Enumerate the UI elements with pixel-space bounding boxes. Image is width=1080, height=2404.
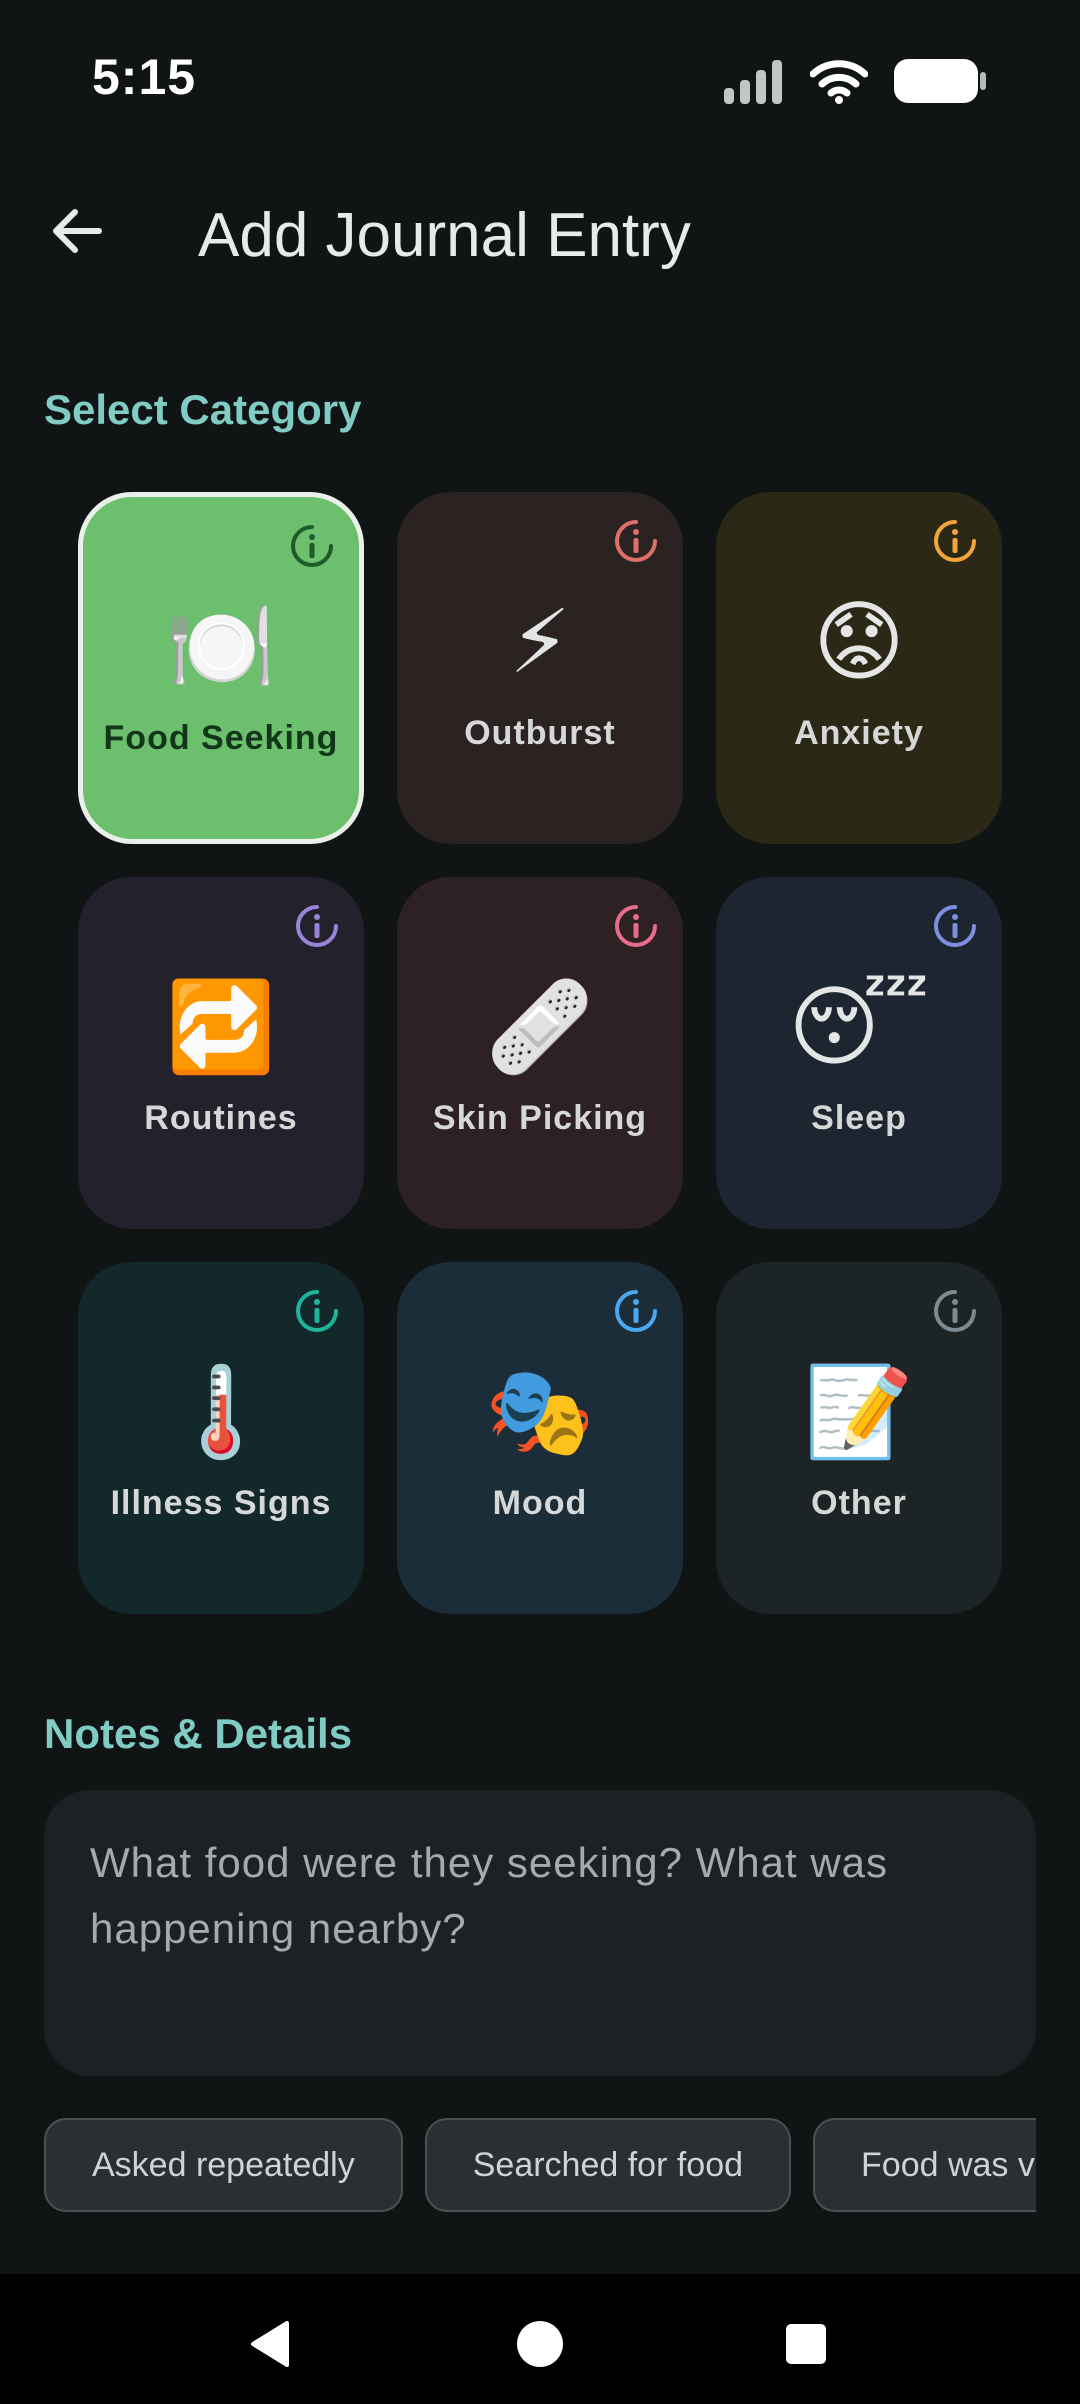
select-category-title: Select Category — [44, 386, 362, 433]
category-label: Skin Picking — [432, 1099, 648, 1137]
category-icon: 😴 — [788, 975, 930, 1078]
category-card-food-seeking[interactable]: 🍽️ Food Seeking — [78, 492, 364, 844]
notes-placeholder: What food were they seeking? What was ha… — [90, 1839, 889, 1952]
info-icon[interactable] — [932, 1288, 978, 1334]
system-nav-bar — [0, 2274, 1080, 2404]
notes-input[interactable]: What food were they seeking? What was ha… — [44, 1790, 1036, 2076]
category-card-mood[interactable]: 🎭 Mood — [397, 1262, 683, 1614]
info-icon[interactable] — [289, 523, 335, 569]
category-label: Sleep — [811, 1099, 907, 1137]
category-card-anxiety[interactable]: 😟 Anxiety — [716, 492, 1002, 844]
category-label: Anxiety — [794, 714, 924, 752]
category-icon: 🩹 — [485, 975, 595, 1078]
battery-icon — [894, 59, 986, 103]
notes-title: Notes & Details — [44, 1710, 353, 1757]
info-icon[interactable] — [932, 903, 978, 949]
category-label: Food Seeking — [103, 719, 339, 757]
info-icon[interactable] — [932, 518, 978, 564]
page-title: Add Journal Entry — [198, 201, 691, 270]
category-icon: 🌡️ — [166, 1360, 276, 1463]
wifi-icon — [810, 60, 868, 104]
back-button[interactable] — [40, 194, 114, 268]
circle-home-icon — [517, 2321, 563, 2367]
category-label: Routines — [144, 1099, 298, 1137]
category-label: Other — [811, 1484, 907, 1522]
nav-back-button[interactable] — [232, 2304, 312, 2384]
category-label: Mood — [492, 1484, 588, 1522]
square-recents-icon — [786, 2324, 826, 2364]
status-time: 5:15 — [92, 49, 197, 105]
category-icon: ⚡ — [509, 590, 571, 693]
arrow-left-icon — [53, 209, 102, 253]
quick-chips: Asked repeatedly Searched for food Food wa… — [44, 2118, 1036, 2216]
category-icon: 😟 — [813, 590, 905, 693]
info-icon[interactable] — [613, 518, 659, 564]
quick-chip-food-was-visible[interactable]: Food was visible — [813, 2118, 1036, 2212]
info-icon[interactable] — [294, 1288, 340, 1334]
category-card-skin-picking[interactable]: 🩹 Skin Picking — [397, 877, 683, 1229]
category-card-outburst[interactable]: ⚡ Outburst — [397, 492, 683, 844]
nav-home-button[interactable] — [500, 2304, 580, 2384]
category-label: Outburst — [464, 714, 616, 752]
category-icon: 🍽️ — [166, 595, 276, 698]
nav-recents-button[interactable] — [766, 2304, 846, 2384]
triangle-back-icon — [251, 2321, 289, 2367]
category-label: Illness Signs — [110, 1484, 332, 1522]
app-bar: Add Journal Entry — [0, 170, 1080, 300]
category-icon: 🎭 — [485, 1360, 595, 1463]
category-card-sleep[interactable]: 😴 Sleep — [716, 877, 1002, 1229]
category-card-routines[interactable]: 🔁 Routines — [78, 877, 364, 1229]
info-icon[interactable] — [613, 903, 659, 949]
quick-chip-asked-repeatedly[interactable]: Asked repeatedly — [44, 2118, 403, 2212]
info-icon[interactable] — [613, 1288, 659, 1334]
info-icon[interactable] — [294, 903, 340, 949]
category-card-other[interactable]: 📝 Other — [716, 1262, 1002, 1614]
category-icon: 🔁 — [166, 975, 276, 1078]
status-bar: 5:15 — [0, 0, 1080, 160]
category-card-illness-signs[interactable]: 🌡️ Illness Signs — [78, 1262, 364, 1614]
category-grid: 🍽️ Food Seeking ⚡ Outburst 😟 Anxiety 🔁 Routines… — [78, 492, 1002, 1614]
category-icon: 📝 — [804, 1360, 914, 1463]
signal-icon — [724, 60, 782, 104]
quick-chip-searched-for-food[interactable]: Searched for food — [424, 2118, 792, 2212]
status-icons — [722, 56, 988, 106]
